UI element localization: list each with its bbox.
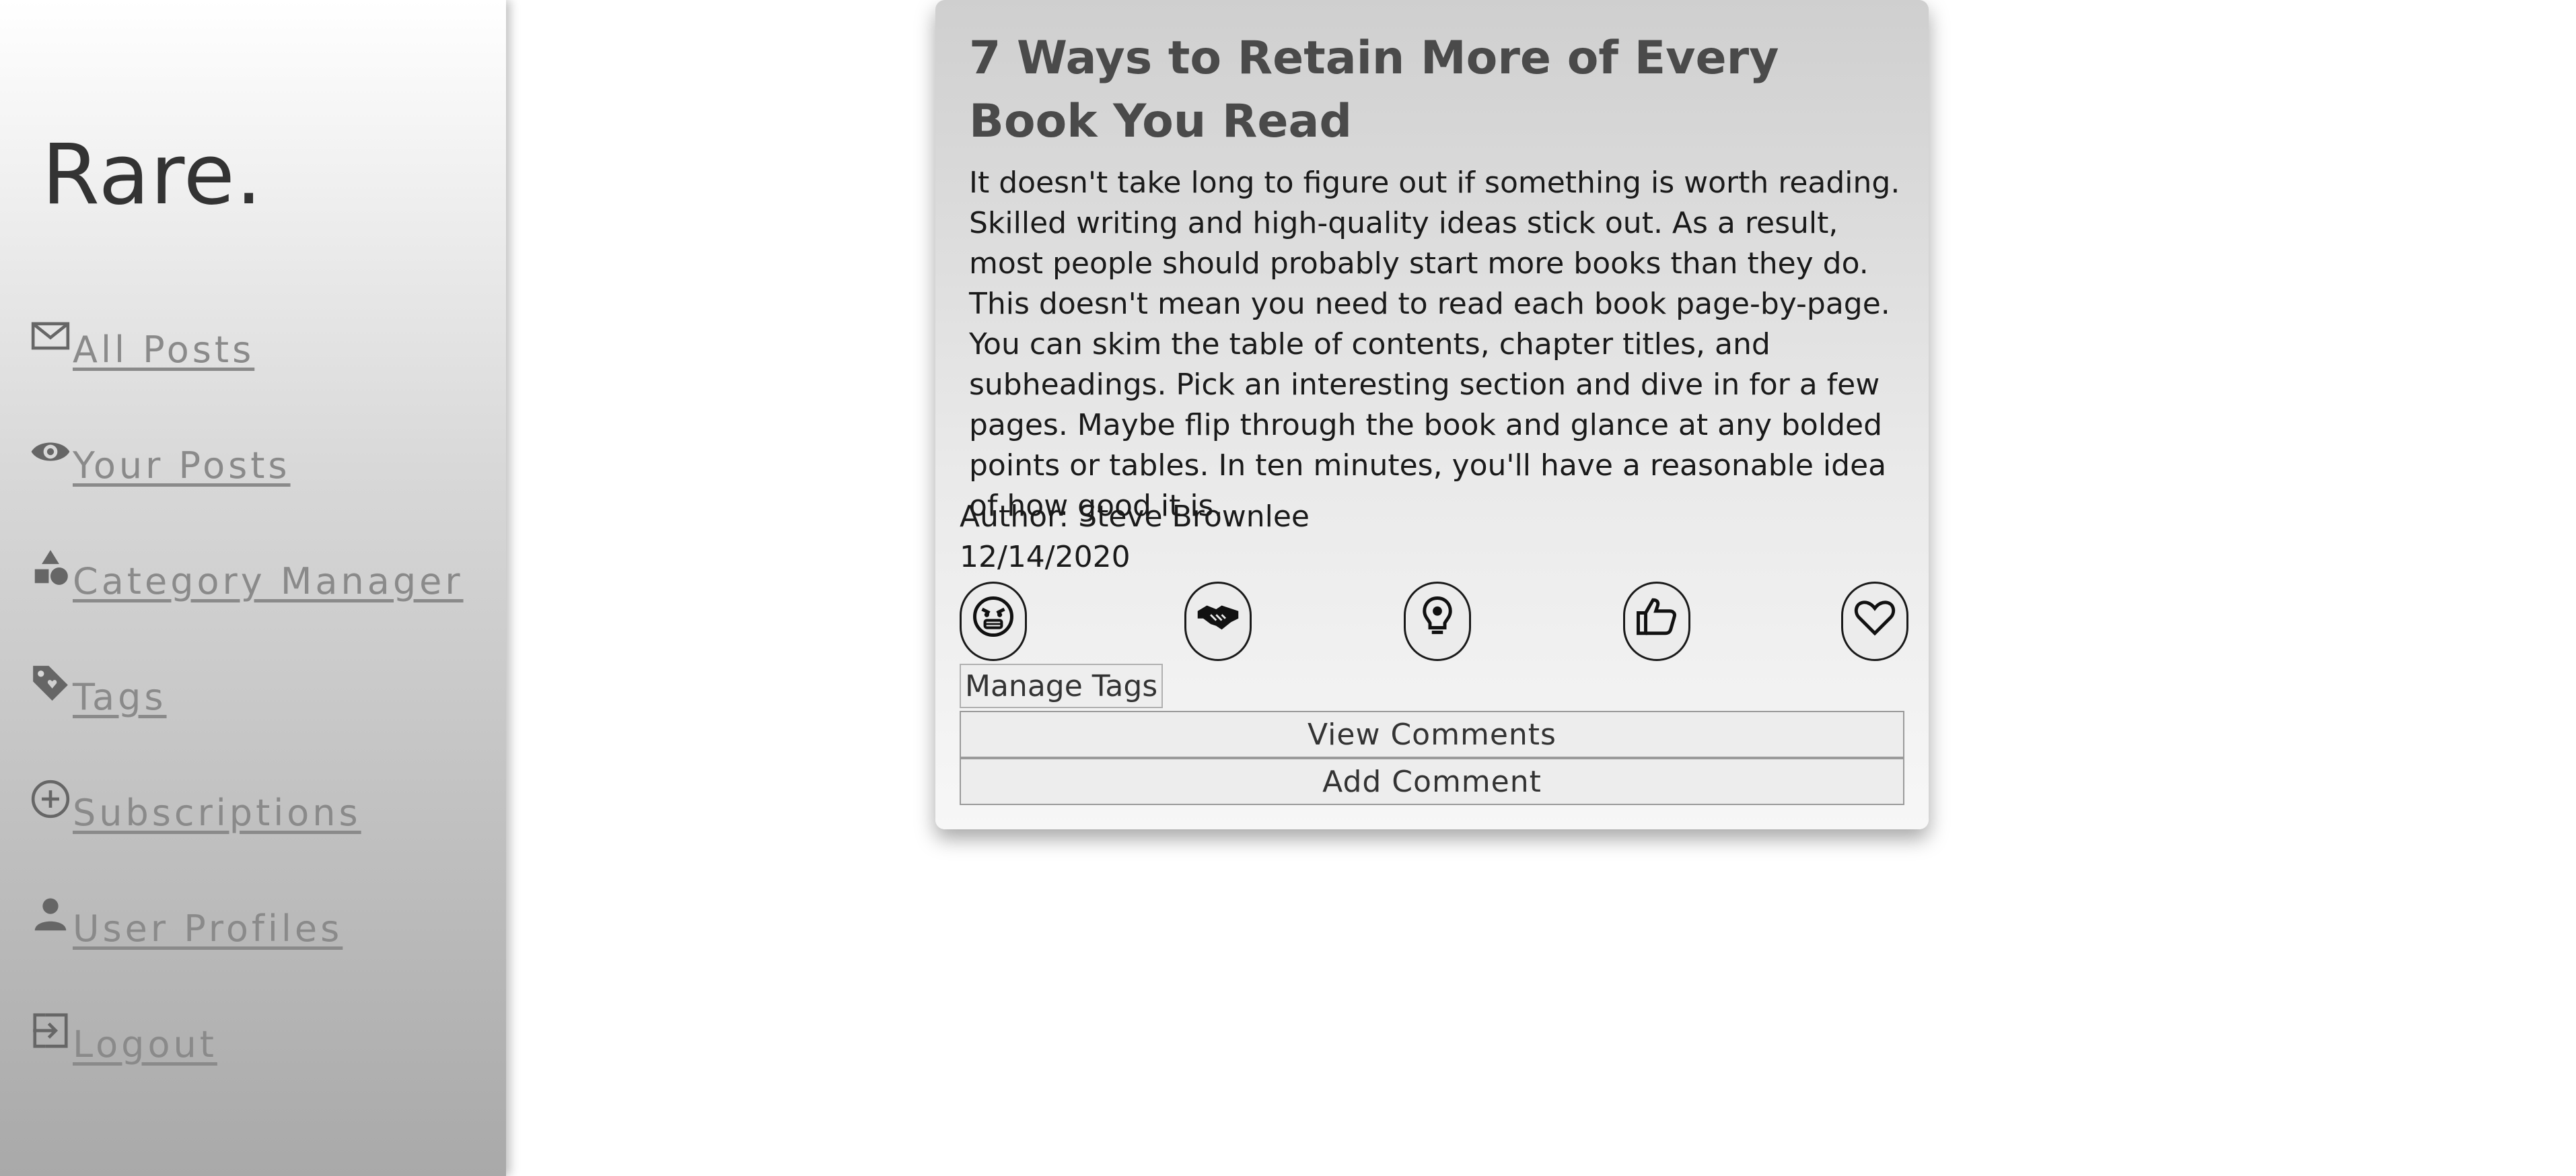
sidebar-item-all-posts[interactable]: All Posts <box>28 311 493 372</box>
post-title: 7 Ways to Retain More of Every Book You … <box>969 32 1779 148</box>
eye-icon <box>28 429 73 474</box>
envelope-icon <box>28 314 73 358</box>
shapes-icon <box>28 545 73 590</box>
sidebar-item-label[interactable]: All Posts <box>73 328 254 371</box>
reaction-handshake-button[interactable] <box>1184 582 1252 661</box>
post-body: It doesn't take long to figure out if so… <box>969 166 1900 523</box>
person-icon <box>28 893 73 937</box>
plus-circle-icon <box>28 777 73 821</box>
sidebar-nav: All Posts Your Posts Category Manager Ta… <box>0 0 506 1176</box>
add-comment-button[interactable]: Add Comment <box>960 758 1904 805</box>
sidebar-item-label[interactable]: Logout <box>73 1023 217 1066</box>
manage-tags-button[interactable]: Manage Tags <box>960 664 1164 708</box>
sidebar-item-user-profiles[interactable]: User Profiles <box>28 890 493 950</box>
reaction-like-button[interactable] <box>1623 582 1690 661</box>
post-date: 12/14/2020 <box>960 540 1131 574</box>
angry-face-icon <box>971 594 1015 642</box>
tag-icon <box>28 661 73 705</box>
lightbulb-icon <box>1415 594 1460 642</box>
post-author: Author: Steve Brownlee <box>960 499 1310 534</box>
sidebar: Rare. All Posts Your Posts Category Mana… <box>0 0 506 1176</box>
sidebar-item-your-posts[interactable]: Your Posts <box>28 427 493 487</box>
reaction-love-button[interactable] <box>1841 582 1908 661</box>
sidebar-item-logout[interactable]: Logout <box>28 1006 493 1066</box>
sidebar-item-label[interactable]: User Profiles <box>73 907 343 950</box>
sidebar-item-label[interactable]: Tags <box>73 676 167 718</box>
heart-icon <box>1853 594 1897 642</box>
handshake-icon <box>1196 594 1240 642</box>
sidebar-item-label[interactable]: Your Posts <box>73 444 291 487</box>
reaction-idea-button[interactable] <box>1404 582 1471 661</box>
sidebar-item-category-manager[interactable]: Category Manager <box>28 543 493 603</box>
sidebar-item-label[interactable]: Subscriptions <box>73 792 361 834</box>
sidebar-item-tags[interactable]: Tags <box>28 658 493 719</box>
reaction-angry-button[interactable] <box>960 582 1027 661</box>
sidebar-item-subscriptions[interactable]: Subscriptions <box>28 774 493 835</box>
sidebar-item-label[interactable]: Category Manager <box>73 560 464 602</box>
post-card: 7 Ways to Retain More of Every Book You … <box>935 0 1929 829</box>
view-comments-button[interactable]: View Comments <box>960 711 1904 758</box>
logout-icon <box>28 1008 73 1053</box>
thumbs-up-icon <box>1635 594 1679 642</box>
